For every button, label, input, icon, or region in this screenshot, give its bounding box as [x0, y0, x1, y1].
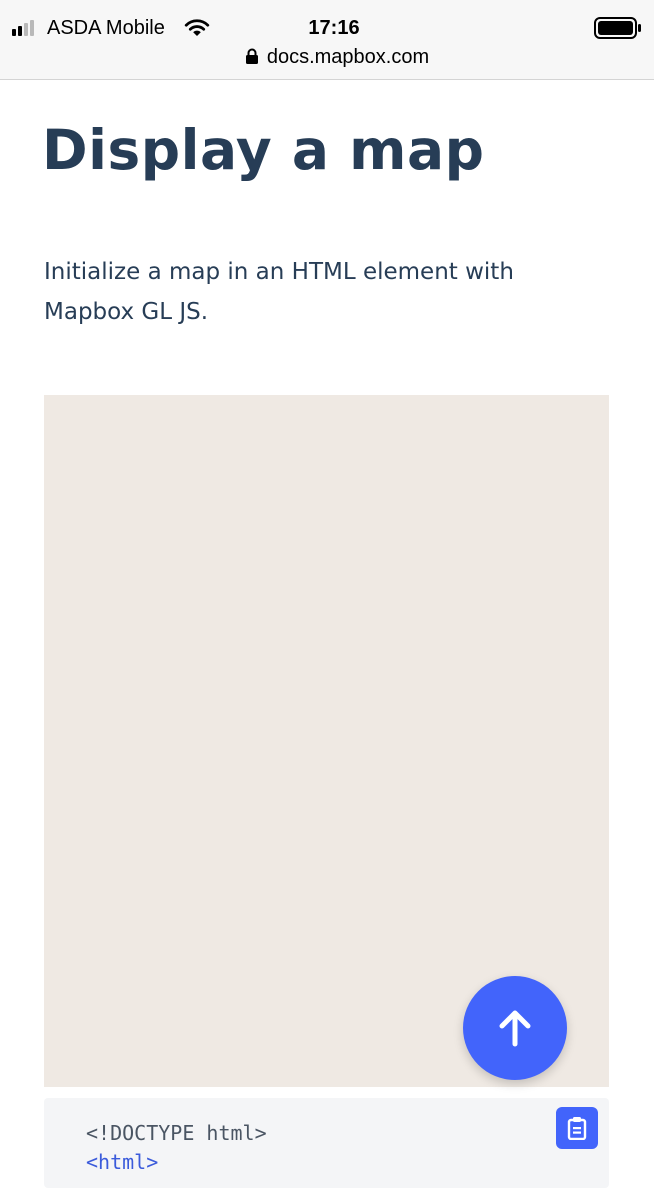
address-bar[interactable]: docs.mapbox.com	[0, 43, 654, 71]
page-title: Display a map	[42, 118, 485, 182]
status-time: 17:16	[308, 17, 360, 39]
clipboard-icon	[567, 1117, 587, 1140]
lock-icon	[245, 48, 258, 64]
browser-status-bar: ASDA Mobile 17:16 docs.mapbox.com	[0, 0, 654, 80]
arrow-up-icon	[499, 1010, 531, 1047]
page-intro: Initialize a map in an HTML element with…	[44, 259, 514, 325]
url-text: docs.mapbox.com	[266, 46, 430, 68]
battery-icon	[594, 17, 641, 39]
scroll-to-top-button[interactable]	[463, 976, 567, 1080]
code-line: <!DOCTYPE html>	[86, 1121, 267, 1145]
code-block: <!DOCTYPE html> <html>	[44, 1098, 609, 1188]
code-line: <html>	[86, 1150, 159, 1174]
copy-code-button[interactable]	[556, 1107, 598, 1149]
